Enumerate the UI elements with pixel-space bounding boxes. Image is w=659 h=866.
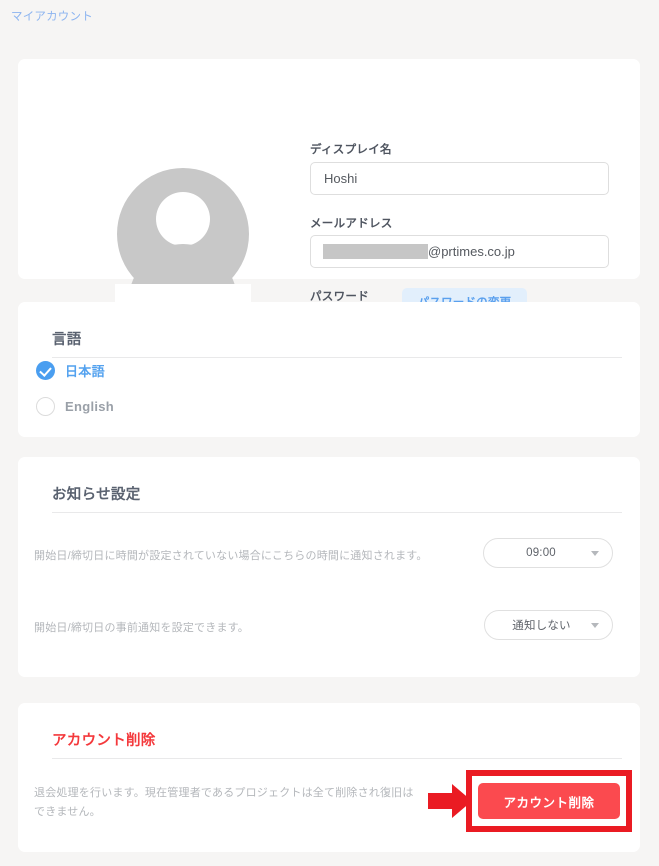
profile-card: ディスプレイ名 メールアドレス @prtimes.co.jp パスワード ***… bbox=[18, 59, 640, 316]
my-account-page: マイアカウント ディスプレイ名 メールアドレス @prtimes.co.jp パ… bbox=[0, 0, 659, 866]
notification-row-2-description: 開始日/締切日の事前通知を設定できます。 bbox=[34, 622, 249, 634]
email-redaction-block bbox=[323, 244, 428, 259]
chevron-down-icon bbox=[591, 623, 599, 628]
language-option-english[interactable]: English bbox=[36, 397, 114, 416]
notification-section-title: お知らせ設定 bbox=[52, 487, 141, 503]
language-section-title: 言語 bbox=[52, 332, 82, 348]
email-label: メールアドレス bbox=[310, 218, 393, 230]
email-domain-suffix: @prtimes.co.jp bbox=[428, 244, 515, 259]
language-card: 言語 bbox=[18, 302, 640, 437]
chevron-down-icon bbox=[591, 551, 599, 556]
language-option-japanese[interactable]: 日本語 bbox=[36, 361, 105, 380]
notification-divider bbox=[52, 512, 622, 513]
notification-row-1-description: 開始日/締切日に時間が設定されていない場合にこちらの時間に通知されます。 bbox=[34, 550, 428, 562]
delete-account-section-title: アカウント削除 bbox=[52, 733, 156, 749]
delete-account-button[interactable]: アカウント削除 bbox=[478, 783, 620, 819]
radio-checked-icon bbox=[36, 361, 55, 380]
radio-unchecked-icon bbox=[36, 397, 55, 416]
user-avatar-placeholder-icon bbox=[115, 166, 251, 302]
notification-advance-dropdown[interactable]: 通知しない bbox=[484, 610, 613, 640]
language-option-english-label: English bbox=[65, 399, 115, 414]
language-divider bbox=[52, 357, 622, 358]
email-value: @prtimes.co.jp bbox=[323, 235, 515, 268]
display-name-label: ディスプレイ名 bbox=[310, 144, 392, 156]
breadcrumb-my-account[interactable]: マイアカウント bbox=[11, 9, 93, 25]
display-name-input[interactable] bbox=[310, 162, 609, 195]
delete-account-divider bbox=[52, 758, 622, 759]
delete-account-card: アカウント削除 bbox=[18, 703, 640, 852]
delete-account-description: 退会処理を行います。現在管理者であるプロジェクトは全て削除され復旧はできません。 bbox=[34, 787, 414, 818]
language-option-japanese-label: 日本語 bbox=[65, 364, 105, 379]
notification-time-dropdown[interactable]: 09:00 bbox=[483, 538, 613, 568]
email-input[interactable]: @prtimes.co.jp bbox=[310, 235, 609, 268]
